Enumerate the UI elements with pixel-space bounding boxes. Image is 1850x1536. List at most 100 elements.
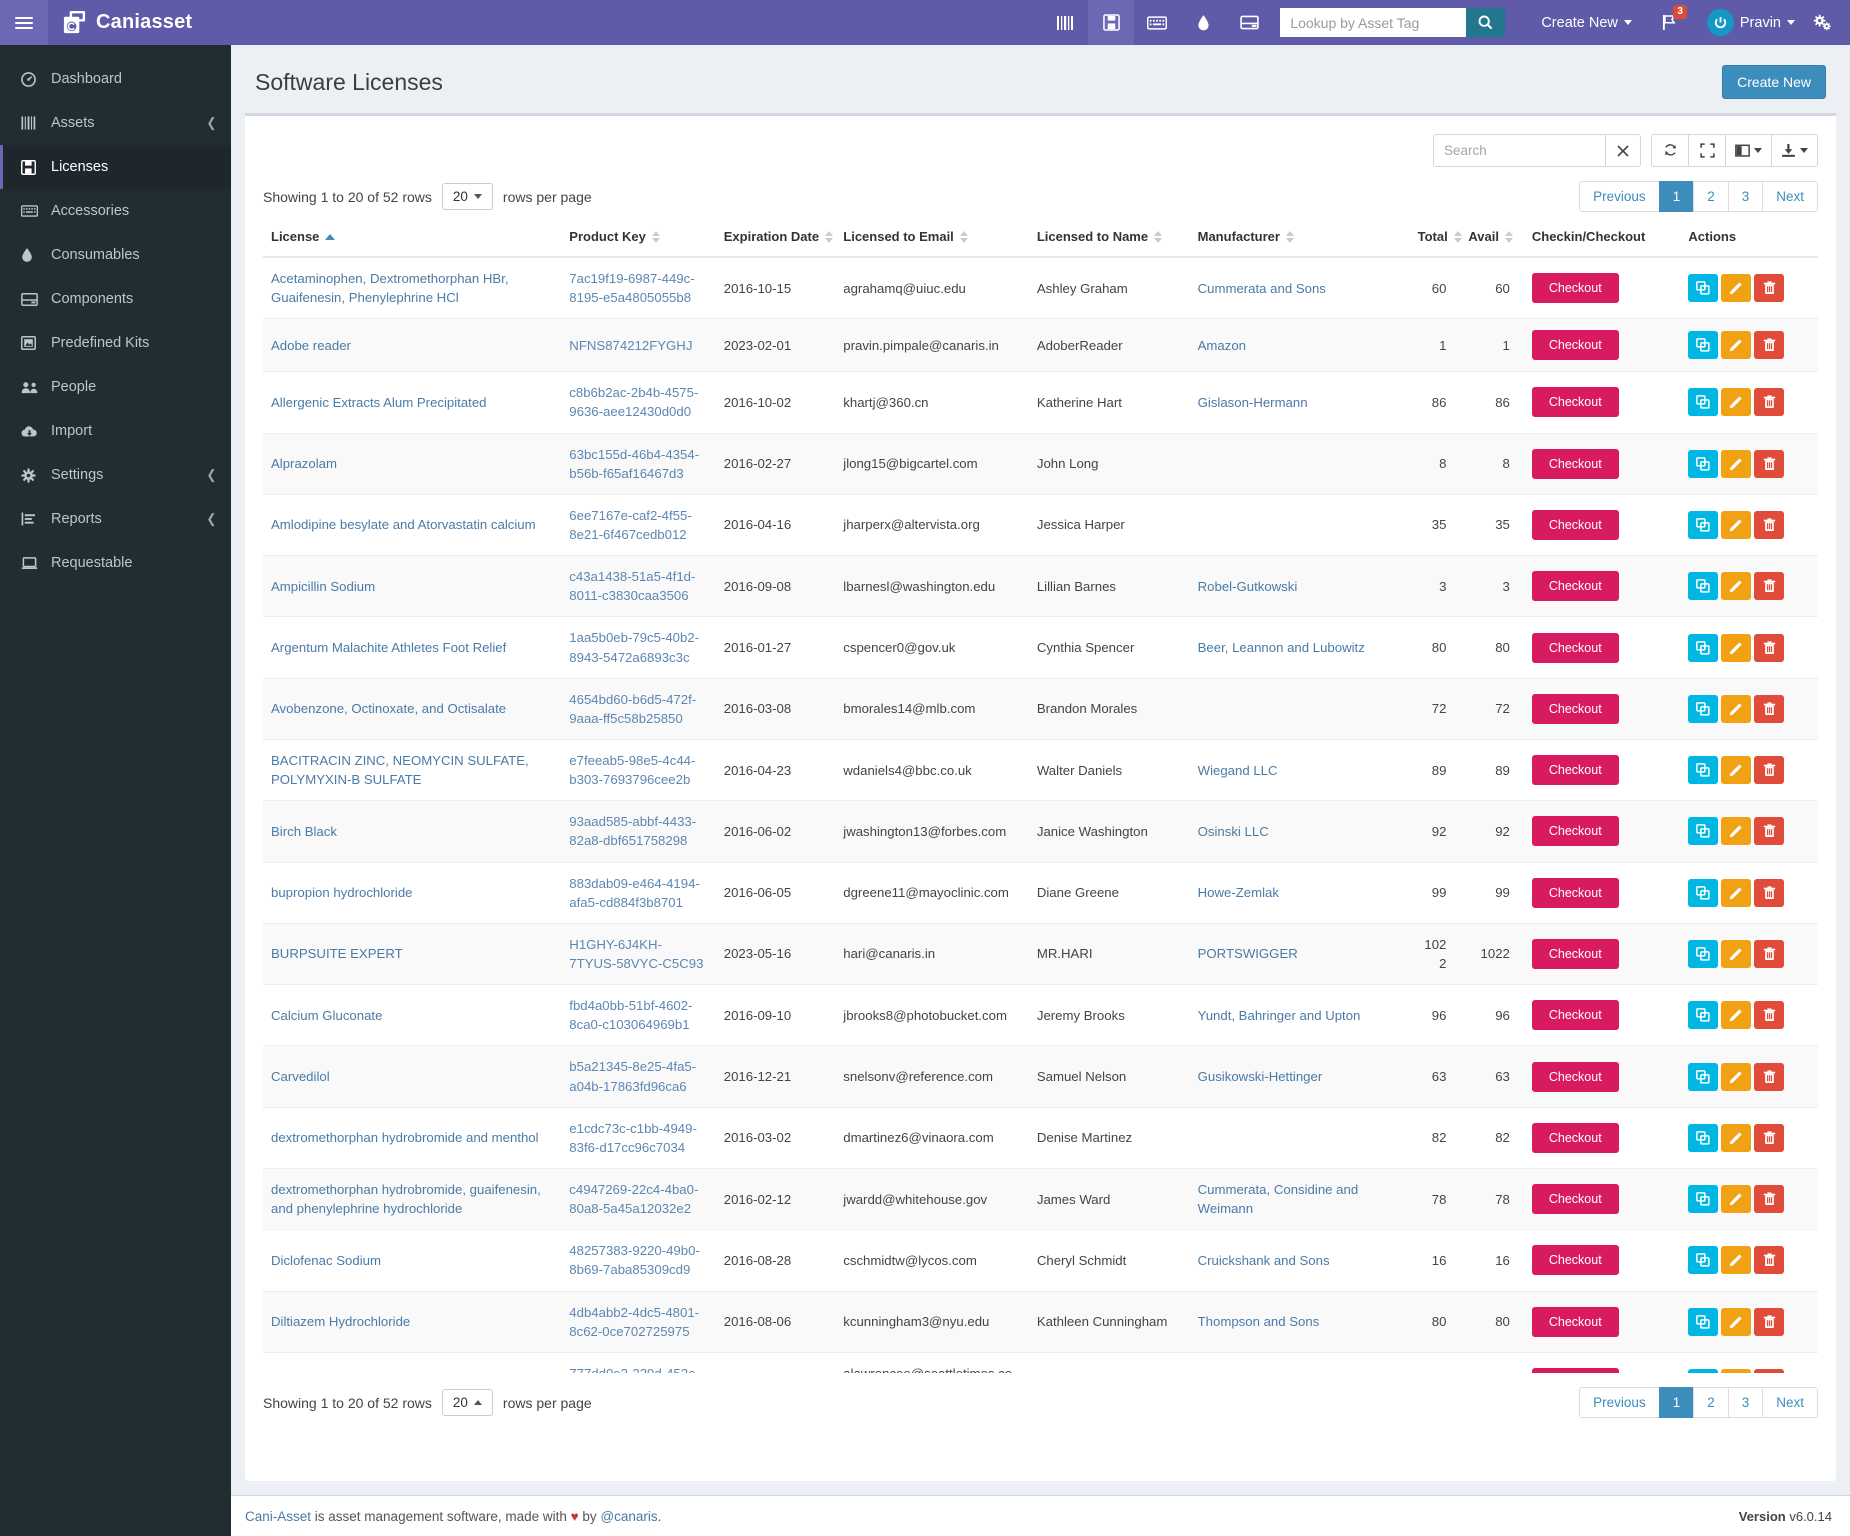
delete-button[interactable] xyxy=(1754,1063,1784,1091)
checkout-button[interactable]: Checkout xyxy=(1532,878,1619,908)
component-icon[interactable] xyxy=(1226,0,1272,45)
page-2-button[interactable]: 2 xyxy=(1693,1387,1729,1418)
edit-button[interactable] xyxy=(1721,450,1751,478)
checkout-button[interactable]: Checkout xyxy=(1532,571,1619,601)
manufacturer-link[interactable]: Amazon xyxy=(1198,338,1246,353)
asset-tag-search-input[interactable] xyxy=(1280,8,1466,37)
sidebar-item-licenses[interactable]: Licenses xyxy=(0,145,231,189)
footer-canaris-link[interactable]: @canaris xyxy=(600,1509,657,1524)
rows-per-page-select[interactable]: 20 xyxy=(442,1389,493,1416)
create-new-button[interactable]: Create New xyxy=(1722,65,1826,99)
rows-per-page-select[interactable]: 20 xyxy=(442,183,493,210)
clone-button[interactable] xyxy=(1688,1308,1718,1336)
manufacturer-link[interactable]: Beer, Leannon and Lubowitz xyxy=(1198,640,1365,655)
edit-button[interactable] xyxy=(1721,1124,1751,1152)
checkout-button[interactable]: Checkout xyxy=(1532,330,1619,360)
license-link[interactable]: Diclofenac Sodium xyxy=(271,1253,381,1268)
delete-button[interactable] xyxy=(1754,1246,1784,1274)
sidebar-item-components[interactable]: Components xyxy=(0,277,231,321)
col-expiration-date[interactable]: Expiration Date xyxy=(716,220,836,257)
search-input[interactable] xyxy=(1433,134,1605,167)
fullscreen-button[interactable] xyxy=(1688,134,1726,167)
license-link[interactable]: BURPSUITE EXPERT xyxy=(271,946,403,961)
license-link[interactable]: dextromethorphan hydrobromide, guaifenes… xyxy=(271,1182,541,1216)
clone-button[interactable] xyxy=(1688,1124,1718,1152)
edit-button[interactable] xyxy=(1721,1001,1751,1029)
checkout-button[interactable]: Checkout xyxy=(1532,1062,1619,1092)
license-link[interactable]: Calcium Gluconate xyxy=(271,1008,382,1023)
delete-button[interactable] xyxy=(1754,572,1784,600)
sidebar-toggle-button[interactable] xyxy=(0,0,48,45)
edit-button[interactable] xyxy=(1721,1063,1751,1091)
manufacturer-link[interactable]: Cummerata, Considine and Weimann xyxy=(1198,1182,1359,1216)
user-menu[interactable]: Pravin xyxy=(1693,0,1809,45)
page-3-button[interactable]: 3 xyxy=(1728,181,1764,212)
edit-button[interactable] xyxy=(1721,940,1751,968)
sidebar-item-accessories[interactable]: Accessories xyxy=(0,189,231,233)
edit-button[interactable] xyxy=(1721,1246,1751,1274)
sidebar-item-requestable[interactable]: Requestable xyxy=(0,541,231,585)
manufacturer-link[interactable]: Gislason-Hermann xyxy=(1198,395,1308,410)
checkout-button[interactable]: Checkout xyxy=(1532,633,1619,663)
clone-button[interactable] xyxy=(1688,388,1718,416)
manufacturer-link[interactable]: PORTSWIGGER xyxy=(1198,946,1298,961)
sidebar-item-people[interactable]: People xyxy=(0,365,231,409)
barcode-icon[interactable] xyxy=(1042,0,1088,45)
manufacturer-link[interactable]: Thompson and Sons xyxy=(1198,1314,1320,1329)
checkout-button[interactable]: Checkout xyxy=(1532,387,1619,417)
sidebar-item-import[interactable]: Import xyxy=(0,409,231,453)
manufacturer-link[interactable]: Howe-Zemlak xyxy=(1198,885,1279,900)
delete-button[interactable] xyxy=(1754,1001,1784,1029)
delete-button[interactable] xyxy=(1754,817,1784,845)
alerts-flag-button[interactable]: 3 xyxy=(1646,0,1693,45)
checkout-button[interactable]: Checkout xyxy=(1532,1184,1619,1214)
delete-button[interactable] xyxy=(1754,695,1784,723)
edit-button[interactable] xyxy=(1721,1308,1751,1336)
edit-button[interactable] xyxy=(1721,274,1751,302)
license-link[interactable]: Allergenic Extracts Alum Precipitated xyxy=(271,395,487,410)
clone-button[interactable] xyxy=(1688,450,1718,478)
page-1-button[interactable]: 1 xyxy=(1659,1387,1695,1418)
delete-button[interactable] xyxy=(1754,274,1784,302)
edit-button[interactable] xyxy=(1721,817,1751,845)
license-link[interactable]: dextromethorphan hydrobromide and mentho… xyxy=(271,1130,539,1145)
delete-button[interactable] xyxy=(1754,879,1784,907)
manufacturer-link[interactable]: Robel-Gutkowski xyxy=(1198,579,1298,594)
refresh-button[interactable] xyxy=(1651,134,1689,167)
delete-button[interactable] xyxy=(1754,1124,1784,1152)
droplet-icon[interactable] xyxy=(1180,0,1226,45)
checkout-button[interactable]: Checkout xyxy=(1532,273,1619,303)
asset-tag-search-button[interactable] xyxy=(1466,8,1505,37)
col-licensed-to-name[interactable]: Licensed to Name xyxy=(1029,220,1190,257)
license-link[interactable]: bupropion hydrochloride xyxy=(271,885,413,900)
checkout-button[interactable]: Checkout xyxy=(1532,449,1619,479)
page-previous-button[interactable]: Previous xyxy=(1579,1387,1660,1418)
license-link[interactable]: Argentum Malachite Athletes Foot Relief xyxy=(271,640,506,655)
sidebar-item-consumables[interactable]: Consumables xyxy=(0,233,231,277)
edit-button[interactable] xyxy=(1721,1185,1751,1213)
edit-button[interactable] xyxy=(1721,634,1751,662)
edit-button[interactable] xyxy=(1721,511,1751,539)
sidebar-item-reports[interactable]: Reports ❮ xyxy=(0,497,231,541)
license-link[interactable]: Ampicillin Sodium xyxy=(271,579,375,594)
clone-button[interactable] xyxy=(1688,331,1718,359)
col-manufacturer[interactable]: Manufacturer xyxy=(1190,220,1410,257)
col-licensed-to-email[interactable]: Licensed to Email xyxy=(835,220,1029,257)
clone-button[interactable] xyxy=(1688,1246,1718,1274)
col-total[interactable]: Total xyxy=(1410,220,1461,257)
checkout-button[interactable]: Checkout xyxy=(1532,1307,1619,1337)
manufacturer-link[interactable]: Yundt, Bahringer and Upton xyxy=(1198,1008,1361,1023)
clone-button[interactable] xyxy=(1688,756,1718,784)
clone-button[interactable] xyxy=(1688,1185,1718,1213)
delete-button[interactable] xyxy=(1754,511,1784,539)
col-avail[interactable]: Avail xyxy=(1460,220,1523,257)
edit-button[interactable] xyxy=(1721,879,1751,907)
page-2-button[interactable]: 2 xyxy=(1693,181,1729,212)
delete-button[interactable] xyxy=(1754,756,1784,784)
checkout-button[interactable]: Checkout xyxy=(1532,939,1619,969)
clone-button[interactable] xyxy=(1688,940,1718,968)
sidebar-item-dashboard[interactable]: Dashboard xyxy=(0,57,231,101)
col-product-key[interactable]: Product Key xyxy=(561,220,715,257)
clone-button[interactable] xyxy=(1688,879,1718,907)
edit-button[interactable] xyxy=(1721,695,1751,723)
